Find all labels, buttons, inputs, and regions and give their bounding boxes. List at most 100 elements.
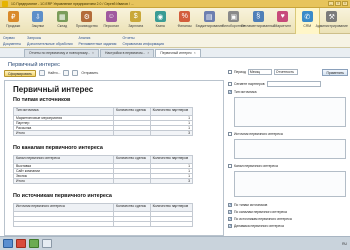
filter-list-box[interactable]: [234, 171, 346, 197]
period-checkbox[interactable]: [228, 70, 232, 74]
app-logo-icon: [2, 0, 8, 7]
filter-checkbox-checked[interactable]: [228, 90, 232, 94]
table-header-row: Тип источника Количество сделок Количест…: [13, 107, 194, 116]
window-controls: _ □ ×: [328, 1, 350, 6]
function-link-extra-processing[interactable]: Дополнительные обработки: [27, 41, 73, 47]
section-payroll[interactable]: $ Зарплата: [124, 8, 149, 34]
form-toolbar: Сформировать Найти... Отправить: [4, 69, 98, 77]
option-checkbox-checked[interactable]: [228, 203, 232, 207]
filter-checkbox[interactable]: [228, 132, 232, 136]
apply-button[interactable]: Применить: [322, 69, 348, 76]
function-link-documents[interactable]: Документы: [3, 41, 21, 47]
window-tab-active[interactable]: Первичный интерес ×: [155, 49, 201, 57]
table-header-row: Канал первичного интереса Количество сде…: [13, 155, 194, 164]
table-header: Источник первичного интереса: [13, 203, 114, 212]
regulated-icon: §: [252, 11, 264, 22]
send-button[interactable]: Отправить: [81, 71, 98, 75]
table-cell: [113, 178, 151, 184]
sales-icon: ₽: [7, 11, 19, 22]
treasury-icon: ◉: [154, 11, 166, 22]
start-icon[interactable]: [3, 239, 13, 248]
filter-label: Сегмент партнеров: [234, 82, 265, 86]
report-table: Канал первичного интереса Количество сде…: [13, 155, 194, 184]
app-icon[interactable]: [29, 239, 39, 248]
warehouse-icon: ▦: [56, 11, 68, 22]
table-header: Количество партнеров: [149, 155, 194, 164]
table-cell: Итого: [13, 178, 114, 184]
window-title: 1С:Предприятие - 1С:ERP Управление предп…: [11, 1, 134, 6]
filter-checkbox[interactable]: [228, 164, 232, 168]
admin-icon: ⚒: [326, 11, 338, 22]
section-crm[interactable]: ✆ CRM: [295, 8, 320, 34]
payroll-icon: $: [130, 11, 142, 22]
section-marketing[interactable]: ♥ Маркетинг: [271, 8, 296, 34]
table-cell: [113, 221, 151, 227]
option-checkbox-checked[interactable]: [228, 224, 232, 228]
taskbar: RU: [0, 236, 350, 250]
report-section-title: По типам источников: [13, 97, 71, 103]
maximize-button[interactable]: □: [335, 1, 341, 6]
section-treasury[interactable]: ◉ Казна: [148, 8, 173, 34]
minimize-button[interactable]: _: [328, 1, 334, 6]
section-warehouse[interactable]: ▦ Склад: [50, 8, 75, 34]
purchases-icon: ⇩: [32, 11, 44, 22]
close-button[interactable]: ×: [342, 1, 348, 6]
section-assets[interactable]: ▣ Внеоборотные: [222, 8, 247, 34]
window-titlebar: 1С:Предприятие - 1С:ERP Управление предп…: [0, 0, 350, 8]
close-tab-icon[interactable]: ×: [194, 51, 196, 55]
section-finance[interactable]: % Финансы: [173, 8, 198, 34]
app-icon[interactable]: [42, 239, 52, 248]
window-tab[interactable]: Отчеты по первичному и повторному... ×: [24, 49, 100, 57]
section-production[interactable]: ⚙ Производство: [75, 8, 100, 34]
table-total-row: Итого 3: [13, 130, 194, 136]
app-icon[interactable]: [16, 239, 26, 248]
section-label: CRM: [303, 24, 312, 28]
section-personnel[interactable]: ☺ Персонал: [99, 8, 124, 34]
section-regulated[interactable]: § Регламентированный: [241, 8, 275, 34]
table-header: Количество сделок: [113, 203, 151, 212]
find-button[interactable]: Найти...: [48, 71, 61, 75]
report-table: Тип источника Количество сделок Количест…: [13, 107, 194, 136]
filter-row: Источник первичного интереса: [228, 132, 283, 136]
table-header: Канал первичного интереса: [13, 155, 114, 164]
filter-list-box[interactable]: [234, 97, 346, 127]
section-label: Продажи: [6, 24, 21, 28]
settings-panel: Период Месяц Отчетность Применить Сегмен…: [228, 69, 348, 234]
window-tab[interactable]: Настройки в первичном... ×: [100, 49, 155, 57]
close-tab-icon[interactable]: ×: [92, 51, 94, 55]
section-label: Казна: [155, 24, 165, 28]
section-budget[interactable]: ▤ Бюджетирование: [195, 8, 223, 34]
period-from-field[interactable]: Месяц: [247, 69, 272, 75]
filter-checkbox[interactable]: [228, 82, 232, 86]
option-checkbox-checked[interactable]: [228, 210, 232, 214]
period-to-field[interactable]: Отчетность: [273, 69, 298, 75]
print-icon[interactable]: [38, 70, 45, 76]
section-admin[interactable]: ⚒ Администрирование: [316, 8, 348, 34]
settings-icon[interactable]: [72, 70, 79, 76]
table-header: Количество партнеров: [149, 203, 194, 212]
filter-list-box[interactable]: [234, 139, 346, 159]
function-panel: Сервис Документы Запросы Дополнительные …: [0, 34, 350, 48]
option-row: По типам источников: [228, 203, 267, 207]
close-tab-icon[interactable]: ×: [147, 51, 149, 55]
section-label: Бюджетирование: [195, 24, 223, 28]
filter-value-field[interactable]: [266, 81, 321, 87]
save-icon[interactable]: [63, 70, 70, 76]
option-checkbox-checked[interactable]: [228, 217, 232, 221]
filter-label: Канал первичного интереса: [234, 164, 278, 168]
function-link-reference[interactable]: Справочная информация: [122, 41, 163, 47]
table-header: Тип источника: [13, 107, 114, 116]
report-table: Источник первичного интереса Количество …: [13, 203, 194, 227]
crm-icon: ✆: [301, 11, 313, 22]
period-row: Период Месяц Отчетность: [228, 69, 298, 75]
section-label: Маркетинг: [274, 24, 292, 28]
filter-label: Тип источника: [234, 90, 257, 94]
period-label: Период: [234, 70, 246, 74]
section-label: Администрирование: [315, 24, 348, 28]
function-link-scheduled-jobs[interactable]: Регламентные задания: [79, 41, 117, 47]
section-purchases[interactable]: ⇩ Закупки: [26, 8, 51, 34]
section-sales[interactable]: ₽ Продажи: [1, 8, 26, 34]
generate-button[interactable]: Сформировать: [4, 69, 36, 77]
table-header: Количество сделок: [113, 107, 151, 116]
section-label: Персонал: [103, 24, 120, 28]
